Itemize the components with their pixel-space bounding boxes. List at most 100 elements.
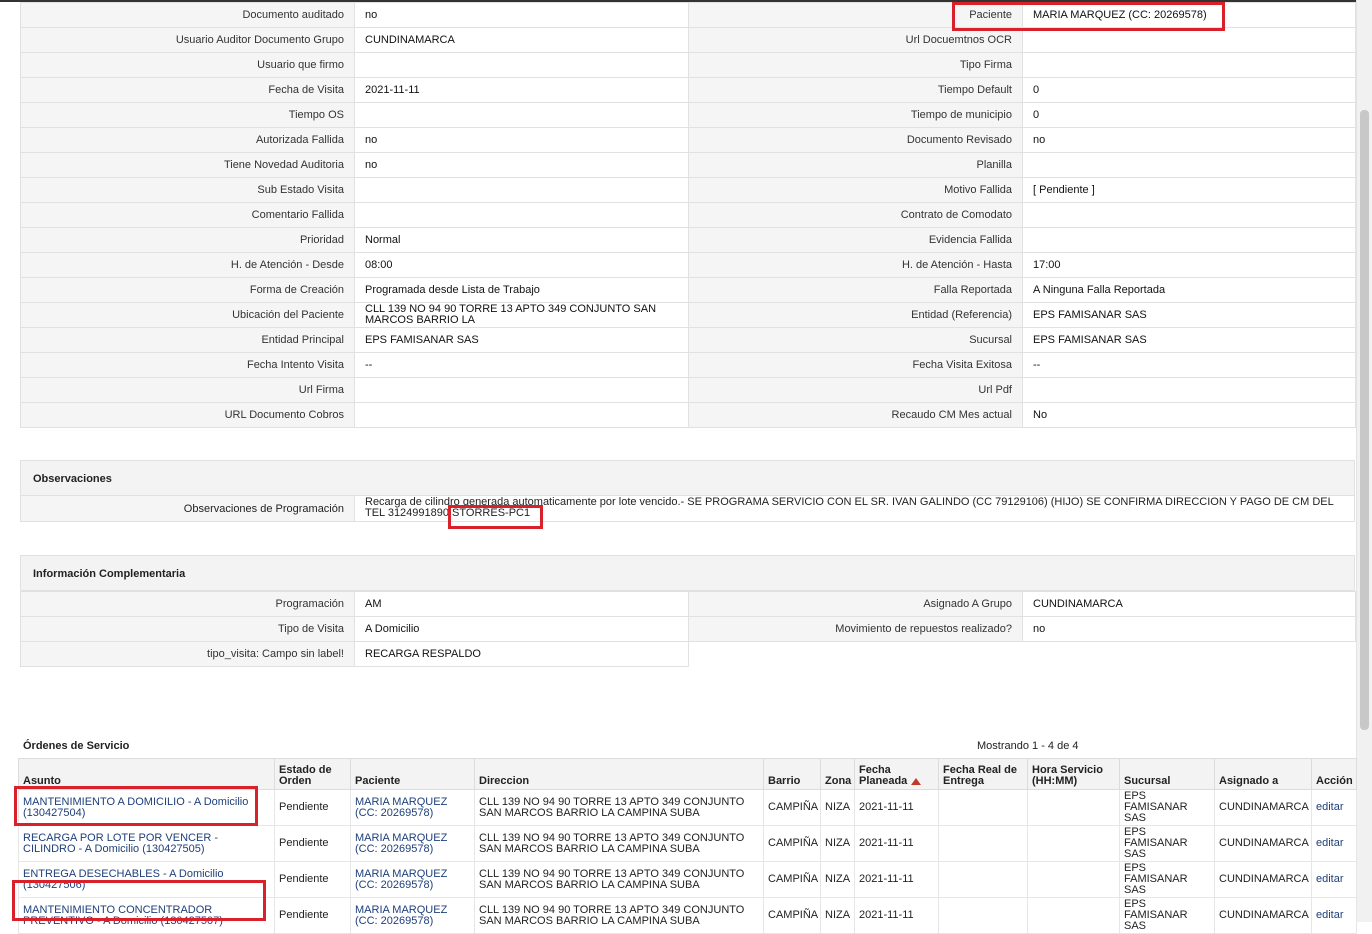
order-subject[interactable]: MANTENIMIENTO A DOMICILIO - A Domicilio … xyxy=(18,789,275,826)
table-row[interactable]: RECARGA POR LOTE POR VENCER - CILINDRO -… xyxy=(18,825,1357,862)
orders-column-header[interactable]: Fecha Planeada xyxy=(854,758,939,790)
orders-column-header[interactable]: Hora Servicio (HH:MM) xyxy=(1027,758,1120,790)
order-cell: CLL 139 NO 94 90 TORRE 13 APTO 349 CONJU… xyxy=(474,825,764,862)
field-label: Fecha Intento Visita xyxy=(20,352,355,378)
detail-row: Tiene Novedad Auditoria no Planilla xyxy=(20,152,1356,178)
table-row[interactable]: MANTENIMIENTO CONCENTRADOR PREVENTIVO - … xyxy=(18,897,1357,934)
orders-column-header[interactable]: Estado de Orden xyxy=(274,758,351,790)
detail-row: Documento auditado no Paciente MARIA MARQUE… xyxy=(20,2,1356,28)
order-cell: CAMPIÑA xyxy=(763,825,821,862)
detail-row: Entidad Principal EPS FAMISANAR SAS Sucurs… xyxy=(20,327,1356,353)
orders-column-header[interactable]: Asunto xyxy=(18,758,275,790)
field-label: Falla Reportada xyxy=(688,277,1023,303)
order-subject[interactable]: RECARGA POR LOTE POR VENCER - CILINDRO -… xyxy=(18,825,275,862)
order-cell: CUNDINAMARCA xyxy=(1214,825,1312,862)
field-label: Usuario Auditor Documento Grupo xyxy=(20,27,355,53)
complementaria-header: Información Complementaria xyxy=(20,555,1355,591)
field-value xyxy=(1022,152,1356,178)
table-row[interactable]: ENTREGA DESECHABLES - A Domicilio (13042… xyxy=(18,861,1357,898)
field-label: Programación xyxy=(20,591,355,617)
field-label: Forma de Creación xyxy=(20,277,355,303)
column-header-label: Estado de Orden xyxy=(279,764,332,787)
field-label: Url Pdf xyxy=(688,377,1023,403)
order-subject[interactable]: ENTREGA DESECHABLES - A Domicilio (13042… xyxy=(18,861,275,898)
order-cell[interactable]: MARIA MARQUEZ (CC: 20269578) xyxy=(350,861,475,898)
order-cell: 2021-11-11 xyxy=(854,825,939,862)
orders-column-header[interactable]: Barrio xyxy=(763,758,821,790)
orders-column-header[interactable]: Asignado a xyxy=(1214,758,1312,790)
sort-ascending-icon[interactable] xyxy=(911,777,922,785)
field-label: Motivo Fallida xyxy=(688,177,1023,203)
detail-row: Fecha de Visita 2021-11-11 Tiempo Default 0 xyxy=(20,77,1356,103)
table-row[interactable]: MANTENIMIENTO A DOMICILIO - A Domicilio … xyxy=(18,789,1357,826)
column-header-label: Asignado a xyxy=(1219,775,1279,787)
field-label: Contrato de Comodato xyxy=(688,202,1023,228)
edit-link[interactable]: editar xyxy=(1311,825,1357,862)
order-cell: CUNDINAMARCA xyxy=(1214,897,1312,934)
scrollbar-thumb[interactable] xyxy=(1360,110,1369,730)
field-value xyxy=(1022,202,1356,228)
column-header-label: Sucursal xyxy=(1124,775,1171,787)
visit-detail-body: Documento auditado no Paciente MARIA MARQUE… xyxy=(20,2,1356,428)
edit-link[interactable]: editar xyxy=(1311,861,1357,898)
orders-count: Mostrando 1 - 4 de 4 xyxy=(977,740,1079,752)
orders-column-header[interactable]: Zona xyxy=(820,758,855,790)
field-value: A Ninguna Falla Reportada xyxy=(1022,277,1356,303)
field-label: Tipo Firma xyxy=(688,52,1023,78)
orders-column-header[interactable]: Direccion xyxy=(474,758,764,790)
order-cell: CLL 139 NO 94 90 TORRE 13 APTO 349 CONJU… xyxy=(474,897,764,934)
detail-row: Prioridad Normal Evidencia Fallida xyxy=(20,227,1356,253)
orders-column-header[interactable]: Acción xyxy=(1311,758,1357,790)
observaciones-label: Observaciones de Programación xyxy=(21,496,355,521)
orders-column-header[interactable]: Fecha Real de Entrega xyxy=(938,758,1028,790)
order-cell: CAMPIÑA xyxy=(763,861,821,898)
complementaria-row: Tipo de Visita A Domicilio Movimiento de r… xyxy=(20,616,1356,642)
complementaria-body: Programación AM Asignado A Grupo CUNDINAMAR… xyxy=(20,591,1356,667)
field-value: no xyxy=(354,2,689,28)
orders-column-header[interactable]: Paciente xyxy=(350,758,475,790)
field-value: no xyxy=(1022,616,1356,642)
orders-title: Órdenes de Servicio xyxy=(23,740,130,752)
detail-row: H. de Atención - Desde 08:00 H. de Atenció… xyxy=(20,252,1356,278)
field-value xyxy=(1022,377,1356,403)
field-label: tipo_visita: Campo sin label! xyxy=(20,641,355,667)
order-subject[interactable]: MANTENIMIENTO CONCENTRADOR PREVENTIVO - … xyxy=(18,897,275,934)
field-value xyxy=(1022,52,1356,78)
order-cell: 2021-11-11 xyxy=(854,789,939,826)
field-value: [ Pendiente ] xyxy=(1022,177,1356,203)
page-scrollbar[interactable] xyxy=(1356,0,1372,922)
field-value: -- xyxy=(354,352,689,378)
order-cell[interactable]: MARIA MARQUEZ (CC: 20269578) xyxy=(350,825,475,862)
detail-row: Url Firma Url Pdf xyxy=(20,377,1356,403)
order-cell xyxy=(1027,789,1120,826)
column-header-label: Paciente xyxy=(355,775,401,787)
orders-table: Asunto Estado de Orden Paciente Direccion Ba… xyxy=(18,758,1357,934)
detail-row: Usuario que firmo Tipo Firma xyxy=(20,52,1356,78)
detail-row: URL Documento Cobros Recaudo CM Mes actua… xyxy=(20,402,1356,428)
order-cell: CLL 139 NO 94 90 TORRE 13 APTO 349 CONJU… xyxy=(474,861,764,898)
field-value: -- xyxy=(1022,352,1356,378)
order-cell[interactable]: MARIA MARQUEZ (CC: 20269578) xyxy=(350,789,475,826)
field-value: 0 xyxy=(1022,77,1356,103)
field-value: 2021-11-11 xyxy=(354,77,689,103)
orders-column-header[interactable]: Sucursal xyxy=(1119,758,1215,790)
order-cell: EPS FAMISANAR SAS xyxy=(1119,789,1215,826)
order-cell xyxy=(938,825,1028,862)
order-cell: CAMPIÑA xyxy=(763,789,821,826)
field-label: Documento Revisado xyxy=(688,127,1023,153)
field-label: Prioridad xyxy=(20,227,355,253)
field-label: Url Firma xyxy=(20,377,355,403)
field-value xyxy=(354,202,689,228)
edit-link[interactable]: editar xyxy=(1311,897,1357,934)
detail-row: Fecha Intento Visita -- Fecha Visita Exito… xyxy=(20,352,1356,378)
order-cell: Pendiente xyxy=(274,897,351,934)
column-header-label: Hora Servicio (HH:MM) xyxy=(1032,764,1103,787)
order-cell: CAMPIÑA xyxy=(763,897,821,934)
order-cell[interactable]: MARIA MARQUEZ (CC: 20269578) xyxy=(350,897,475,934)
field-value: A Domicilio xyxy=(354,616,689,642)
order-cell: 2021-11-11 xyxy=(854,897,939,934)
edit-link[interactable]: editar xyxy=(1311,789,1357,826)
field-label: Sucursal xyxy=(688,327,1023,353)
field-label: Planilla xyxy=(688,152,1023,178)
field-label: Paciente xyxy=(688,2,1023,28)
